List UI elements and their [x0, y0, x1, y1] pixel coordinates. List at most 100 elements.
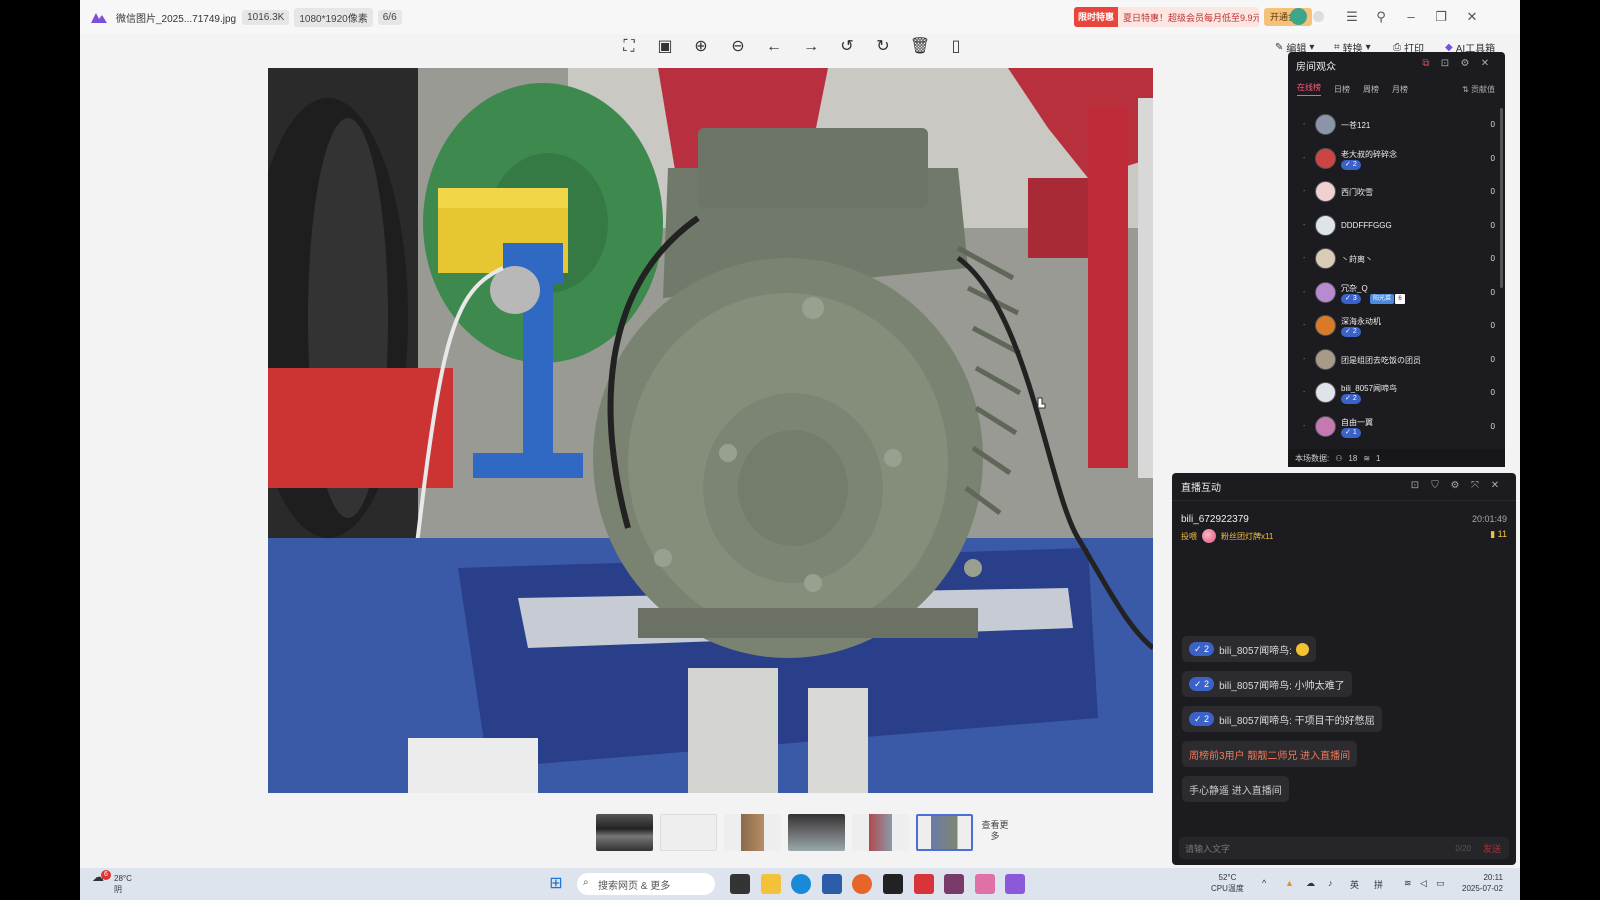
- thumbnail-6-selected[interactable]: [916, 814, 973, 851]
- viewer-name: 西门吹雪: [1341, 188, 1373, 197]
- tab-online[interactable]: 在线榜: [1297, 82, 1321, 96]
- send-button[interactable]: 发送: [1483, 842, 1501, 855]
- audience-row[interactable]: - 老大叔的碎碎念 ✓ 2 0: [1288, 142, 1505, 176]
- chat-message[interactable]: ✓ 2 bili_8057闻啼鸟: 干项目干的好憋屈: [1182, 706, 1382, 732]
- user-avatar[interactable]: [1290, 8, 1307, 25]
- avatar: [1315, 181, 1336, 203]
- thumbnail-1[interactable]: [596, 814, 653, 851]
- audience-row[interactable]: - 自由一翼 ✓ 1 0: [1288, 410, 1505, 444]
- close-panel-icon[interactable]: ✕: [1478, 58, 1492, 69]
- start-icon[interactable]: ⊞: [546, 874, 566, 894]
- gift-sender[interactable]: bili_672922379: [1181, 514, 1249, 525]
- edge-icon[interactable]: [791, 874, 811, 894]
- thumbnail-3[interactable]: [724, 814, 781, 851]
- game-app-icon[interactable]: [944, 874, 964, 894]
- terminal-icon[interactable]: [883, 874, 903, 894]
- printer-icon: ⎙: [1393, 41, 1401, 53]
- wifi-icon[interactable]: ≋: [1404, 878, 1412, 889]
- store-icon[interactable]: [822, 874, 842, 894]
- maximize-icon[interactable]: ❐: [1430, 6, 1452, 28]
- chevron-up-icon[interactable]: ^: [1262, 878, 1266, 888]
- audience-row[interactable]: - 丶莳离丶 0: [1288, 242, 1505, 276]
- tab-daily[interactable]: 日榜: [1334, 84, 1350, 95]
- fullscreen-icon[interactable]: ⛶: [618, 36, 640, 58]
- audience-scrollbar[interactable]: [1500, 108, 1503, 288]
- record-icon[interactable]: ⧉: [1419, 58, 1433, 69]
- gift-name: 粉丝团灯牌x11: [1221, 531, 1274, 541]
- close-icon[interactable]: ✕: [1461, 6, 1483, 28]
- collapse-icon[interactable]: ⤧: [1468, 480, 1482, 491]
- task-view-icon[interactable]: [730, 874, 750, 894]
- photo-viewer-image[interactable]: [268, 68, 1153, 793]
- audience-row[interactable]: - 一苍121 0: [1288, 108, 1505, 142]
- contribution-sort[interactable]: ⇅ 贡献值: [1462, 84, 1495, 95]
- battery-icon[interactable]: ▭: [1436, 878, 1445, 889]
- fit-window-icon[interactable]: ▣: [654, 36, 676, 58]
- zoom-out-icon[interactable]: ⊖: [727, 36, 749, 58]
- taskbar-search[interactable]: ⌕ 搜索网页 & 更多: [577, 873, 715, 895]
- gift-detail: 投喂 粉丝团灯牌x11: [1181, 529, 1273, 543]
- menu-icon[interactable]: ☰: [1341, 6, 1363, 28]
- lock-icon[interactable]: ⊡: [1438, 58, 1452, 69]
- viewer-name: 深海永动机: [1341, 317, 1381, 326]
- close-panel-icon[interactable]: ✕: [1488, 480, 1502, 491]
- viewers-count: 18: [1348, 453, 1358, 463]
- previous-icon[interactable]: ←: [763, 36, 785, 58]
- viewer-score: 0: [1490, 388, 1495, 398]
- promo-banner[interactable]: 限时特惠 夏日特惠！超级会员每月低至9.9元: [1074, 7, 1259, 27]
- cpu-temp-widget[interactable]: 52°C CPU温度: [1211, 872, 1244, 894]
- chat-message[interactable]: ✓ 2 bili_8057闻啼鸟: 小帅太难了: [1182, 671, 1352, 697]
- audience-row[interactable]: - bili_8057闻啼鸟 ✓ 2 0: [1288, 376, 1505, 410]
- cloud-icon[interactable]: ☁: [1306, 878, 1315, 889]
- tray-app-icon[interactable]: ▲: [1285, 878, 1294, 888]
- view-more-button[interactable]: 查看更多: [980, 814, 1010, 851]
- tab-weekly[interactable]: 周榜: [1363, 84, 1379, 95]
- minimize-icon[interactable]: –: [1400, 6, 1422, 28]
- file-size: 1016.3K: [242, 9, 290, 25]
- session-stats: 本场数据: ⚇ 18 ≋ 1: [1288, 449, 1505, 467]
- lock-icon[interactable]: ⊡: [1408, 480, 1422, 491]
- rotate-right-icon[interactable]: ↻: [872, 36, 894, 58]
- thumbnail-4[interactable]: [788, 814, 845, 851]
- settings-icon[interactable]: ⚙: [1458, 58, 1472, 69]
- delete-icon[interactable]: 🗑: [909, 36, 931, 58]
- zoom-in-icon[interactable]: ⊕: [690, 36, 712, 58]
- avatar: [1315, 382, 1336, 404]
- clock[interactable]: 20:11 2025-07-02: [1462, 872, 1503, 894]
- file-explorer-icon[interactable]: [761, 874, 781, 894]
- volume-icon[interactable]: ◁: [1420, 878, 1427, 889]
- chevron-down-icon: ▾: [1309, 41, 1315, 53]
- ime-mode[interactable]: 拼: [1374, 878, 1383, 891]
- settings-icon[interactable]: ⚙: [1448, 480, 1462, 491]
- viewer-name: 老大叔的碎碎念: [1341, 149, 1397, 159]
- audience-row[interactable]: - 团是组团去吃饭の团员 0: [1288, 343, 1505, 377]
- microphone-icon[interactable]: ♪: [1328, 878, 1333, 888]
- bilibili-icon[interactable]: [975, 874, 995, 894]
- stats-label: 本场数据:: [1295, 453, 1330, 463]
- audience-header: 房间观众 ⧉ ⊡ ⚙ ✕: [1288, 52, 1505, 78]
- thumbnail-5[interactable]: [852, 814, 909, 851]
- shield-icon[interactable]: ⛉: [1428, 480, 1442, 491]
- wps-icon[interactable]: [914, 874, 934, 894]
- more-tool-icon[interactable]: ▯: [945, 36, 967, 58]
- next-icon[interactable]: →: [800, 36, 822, 58]
- desktop: 微信图片_2025...71749.jpg 1016.3K 1080*1920像…: [80, 0, 1520, 900]
- search-icon: ⌕: [583, 877, 589, 888]
- chat-message[interactable]: ✓ 2 bili_8057闻啼鸟:: [1182, 636, 1316, 662]
- audience-row[interactable]: - DDDFFFGGG 0: [1288, 209, 1505, 243]
- pin-icon[interactable]: ⚲: [1370, 6, 1392, 28]
- rotate-left-icon[interactable]: ↺: [836, 36, 858, 58]
- photo-viewer-app-icon[interactable]: [1005, 874, 1025, 894]
- audience-row[interactable]: - 冗杂_Q ✓ 3 阳光菜 6 0: [1288, 276, 1505, 310]
- tab-monthly[interactable]: 月榜: [1392, 84, 1408, 95]
- thumbnail-2[interactable]: [660, 814, 717, 851]
- firefox-icon[interactable]: [852, 874, 872, 894]
- audience-row[interactable]: - 深海永动机 ✓ 2 0: [1288, 309, 1505, 343]
- viewer-score: 0: [1490, 120, 1495, 130]
- ai-icon: ◆: [1445, 41, 1453, 53]
- ime-lang[interactable]: 英: [1350, 878, 1359, 891]
- chat-input[interactable]: 请输入文字 0/20 发送: [1179, 837, 1509, 859]
- level-badge: ✓ 2: [1189, 642, 1215, 656]
- viewer-score: 0: [1490, 354, 1495, 364]
- audience-row[interactable]: - 西门吹雪 0: [1288, 175, 1505, 209]
